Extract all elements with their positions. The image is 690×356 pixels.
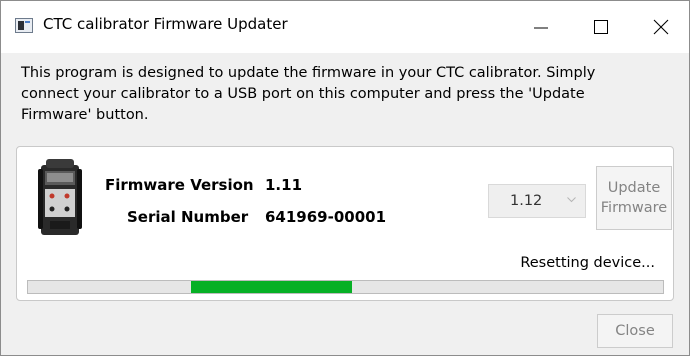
calibrator-device-icon (38, 159, 82, 235)
device-panel: Firmware Version 1.11 Serial Number 6419… (16, 146, 674, 301)
close-icon (653, 19, 669, 35)
progress-bar-fill (191, 281, 352, 293)
minimize-button[interactable] (511, 1, 571, 53)
serial-number-value: 641969-00001 (265, 208, 387, 226)
progress-bar (27, 280, 664, 294)
firmware-version-label: Firmware Version (105, 176, 254, 194)
firmware-version-value: 1.11 (265, 176, 303, 194)
maximize-button[interactable] (571, 1, 631, 53)
description-line: Firmware' button. (21, 107, 149, 123)
title-bar[interactable]: CTC calibrator Firmware Updater (1, 1, 689, 53)
update-button-label-line1: Update (607, 180, 661, 196)
update-firmware-button[interactable]: Update Firmware (596, 166, 672, 230)
selected-version: 1.12 (510, 193, 543, 209)
maximize-icon (594, 20, 608, 34)
close-window-button[interactable] (631, 1, 690, 53)
window-title: CTC calibrator Firmware Updater (43, 15, 288, 33)
app-icon (15, 18, 33, 33)
close-button[interactable]: Close (597, 314, 673, 348)
serial-number-label: Serial Number (127, 208, 249, 226)
description-line: This program is designed to update the f… (21, 65, 596, 81)
description-text: This program is designed to update the f… (21, 63, 671, 126)
chevron-down-icon (567, 197, 576, 203)
firmware-version-dropdown[interactable]: 1.12 (488, 184, 586, 218)
minimize-icon (534, 27, 548, 29)
firmware-updater-window: CTC calibrator Firmware Updater This pro… (0, 0, 690, 356)
description-line: connect your calibrator to a USB port on… (21, 86, 585, 102)
status-message: Resetting device... (520, 255, 655, 271)
update-button-label-line2: Firmware (600, 200, 668, 216)
